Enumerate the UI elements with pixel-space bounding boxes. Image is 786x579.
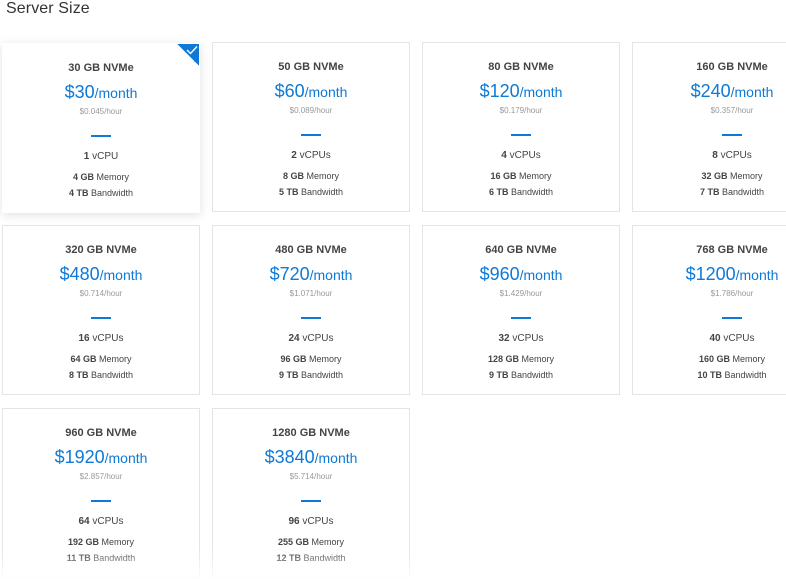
plan-title: 1280 GB NVMe — [272, 427, 350, 439]
plan-card-1280gb[interactable]: 1280 GB NVMe $3840/month $5.714/hour 96 … — [212, 408, 410, 578]
plan-vcpu: 2 vCPUs — [291, 150, 331, 161]
plan-vcpu: 4 vCPUs — [501, 150, 541, 161]
plan-price: $960/month — [479, 264, 563, 284]
plan-bandwidth: 10 TB Bandwidth — [697, 370, 767, 380]
plan-hourly-price: $0.089/hour — [289, 106, 333, 115]
plan-bandwidth: 9 TB Bandwidth — [488, 370, 554, 380]
plan-price: $120/month — [479, 81, 563, 101]
plan-bandwidth: 12 TB Bandwidth — [276, 553, 346, 563]
plan-price: $1920/month — [54, 447, 148, 467]
plan-vcpu: 96 vCPUs — [288, 516, 334, 527]
plan-card-960gb[interactable]: 960 GB NVMe $1920/month $2.857/hour 64 v… — [2, 408, 200, 578]
section-heading: Server Size — [6, 0, 90, 17]
plan-card-80gb[interactable]: 80 GB NVMe $120/month $0.179/hour 4 vCPU… — [422, 42, 620, 212]
plan-vcpu: 24 vCPUs — [288, 333, 334, 344]
plan-divider — [722, 317, 742, 319]
plan-memory: 96 GB Memory — [280, 354, 342, 364]
plan-memory: 160 GB Memory — [698, 354, 766, 364]
plan-divider — [91, 500, 111, 502]
plan-vcpu: 32 vCPUs — [498, 333, 544, 344]
plan-memory: 32 GB Memory — [701, 171, 763, 181]
plan-price: $720/month — [269, 264, 353, 284]
plan-memory: 4 GB Memory — [72, 172, 130, 182]
plan-price: $480/month — [59, 264, 143, 284]
plan-hourly-price: $2.857/hour — [79, 472, 123, 481]
plan-memory: 16 GB Memory — [490, 171, 552, 181]
plan-card-30gb[interactable]: 30 GB NVMe $30/month $0.045/hour 1 vCPU … — [2, 43, 200, 213]
plan-hourly-price: $0.357/hour — [710, 106, 754, 115]
plan-hourly-price: $1.786/hour — [710, 289, 754, 298]
plan-vcpu: 64 vCPUs — [78, 516, 124, 527]
plan-memory: 192 GB Memory — [67, 537, 135, 547]
plan-price: $30/month — [64, 82, 138, 102]
plan-hourly-price: $0.714/hour — [79, 289, 123, 298]
plan-divider — [301, 134, 321, 136]
plan-divider — [722, 134, 742, 136]
plan-title: 320 GB NVMe — [65, 244, 137, 256]
plan-bandwidth: 8 TB Bandwidth — [68, 370, 134, 380]
plan-vcpu: 8 vCPUs — [712, 150, 752, 161]
plan-bandwidth: 4 TB Bandwidth — [68, 188, 134, 198]
plan-title: 960 GB NVMe — [65, 427, 137, 439]
plan-title: 640 GB NVMe — [485, 244, 557, 256]
plan-hourly-price: $5.714/hour — [289, 472, 333, 481]
plan-hourly-price: $0.045/hour — [79, 107, 123, 116]
plan-card-320gb[interactable]: 320 GB NVMe $480/month $0.714/hour 16 vC… — [2, 225, 200, 395]
plan-memory: 255 GB Memory — [277, 537, 345, 547]
plan-bandwidth: 6 TB Bandwidth — [488, 187, 554, 197]
plan-title: 768 GB NVMe — [696, 244, 768, 256]
plan-bandwidth: 9 TB Bandwidth — [278, 370, 344, 380]
plan-card-50gb[interactable]: 50 GB NVMe $60/month $0.089/hour 2 vCPUs… — [212, 42, 410, 212]
plan-vcpu: 1 vCPU — [83, 151, 119, 162]
plan-card-160gb[interactable]: 160 GB NVMe $240/month $0.357/hour 8 vCP… — [632, 42, 786, 212]
plan-bandwidth: 7 TB Bandwidth — [699, 187, 765, 197]
plan-title: 30 GB NVMe — [68, 62, 134, 74]
plan-card-480gb[interactable]: 480 GB NVMe $720/month $1.071/hour 24 vC… — [212, 225, 410, 395]
selected-check-icon — [177, 44, 199, 66]
plan-price: $3840/month — [264, 447, 358, 467]
plan-hourly-price: $0.179/hour — [499, 106, 543, 115]
plan-price: $60/month — [274, 81, 348, 101]
plan-title: 80 GB NVMe — [488, 61, 554, 73]
plan-title: 160 GB NVMe — [696, 61, 768, 73]
plan-divider — [511, 317, 531, 319]
plan-vcpu: 16 vCPUs — [78, 333, 124, 344]
plan-bandwidth: 11 TB Bandwidth — [66, 553, 136, 563]
plan-divider — [301, 500, 321, 502]
plan-memory: 128 GB Memory — [487, 354, 555, 364]
plan-divider — [91, 135, 111, 137]
plan-price: $240/month — [690, 81, 774, 101]
plan-divider — [511, 134, 531, 136]
plan-bandwidth: 5 TB Bandwidth — [278, 187, 344, 197]
plan-divider — [301, 317, 321, 319]
plan-card-640gb[interactable]: 640 GB NVMe $960/month $1.429/hour 32 vC… — [422, 225, 620, 395]
plan-price: $1200/month — [685, 264, 779, 284]
plan-memory: 64 GB Memory — [70, 354, 132, 364]
plan-title: 480 GB NVMe — [275, 244, 347, 256]
plan-vcpu: 40 vCPUs — [709, 333, 755, 344]
plan-memory: 8 GB Memory — [282, 171, 340, 181]
plan-card-768gb[interactable]: 768 GB NVMe $1200/month $1.786/hour 40 v… — [632, 225, 786, 395]
plan-hourly-price: $1.429/hour — [499, 289, 543, 298]
plan-title: 50 GB NVMe — [278, 61, 344, 73]
plan-hourly-price: $1.071/hour — [289, 289, 333, 298]
plan-divider — [91, 317, 111, 319]
